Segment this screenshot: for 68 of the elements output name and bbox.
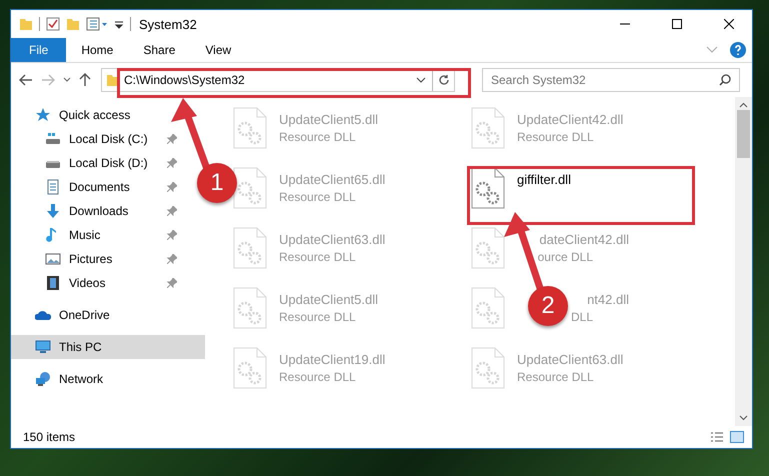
search-box[interactable]: Search System32 bbox=[482, 68, 740, 92]
file-type: Resource DLL bbox=[517, 130, 595, 144]
maximize-icon[interactable] bbox=[672, 19, 682, 29]
file-type: ource DLL bbox=[538, 250, 593, 264]
address-field[interactable]: C:\Windows\System32 bbox=[120, 73, 416, 87]
gear-file-icon bbox=[233, 167, 267, 209]
nav-item[interactable]: Network bbox=[11, 367, 161, 391]
nav-item[interactable]: This PC bbox=[11, 335, 205, 359]
nav-item[interactable]: Music bbox=[11, 223, 187, 247]
gear-file-icon bbox=[471, 227, 505, 269]
star-icon bbox=[35, 107, 51, 123]
scrollbar[interactable] bbox=[735, 97, 752, 426]
pc-icon bbox=[35, 339, 51, 355]
ribbon-tab[interactable]: File bbox=[11, 38, 66, 62]
refresh-icon[interactable] bbox=[438, 74, 450, 86]
nav-item[interactable]: Videos bbox=[11, 271, 187, 295]
downloads-icon bbox=[45, 203, 61, 219]
pictures-icon bbox=[45, 251, 61, 267]
file-type: Resource DLL bbox=[279, 370, 357, 384]
file-type: Resource DLL bbox=[279, 190, 357, 204]
gear-file-icon bbox=[233, 227, 267, 269]
gear-file-icon bbox=[233, 347, 267, 389]
videos-icon bbox=[45, 275, 61, 291]
properties-icon[interactable] bbox=[86, 17, 108, 31]
file-type: Resource DLL bbox=[517, 370, 595, 384]
drive-c-icon bbox=[45, 131, 61, 147]
scroll-up-icon[interactable] bbox=[739, 102, 748, 108]
gear-file-icon bbox=[233, 287, 267, 329]
file-type: Resource DLL bbox=[279, 310, 357, 324]
documents-icon bbox=[45, 179, 61, 195]
step-number-badge: 2 bbox=[528, 286, 568, 326]
file-type: Resource DLL bbox=[279, 250, 357, 264]
help-icon[interactable] bbox=[730, 42, 746, 58]
ribbon-tab[interactable]: Share bbox=[128, 38, 190, 62]
scroll-down-icon[interactable] bbox=[739, 415, 748, 421]
nav-item[interactable]: Pictures bbox=[11, 247, 187, 271]
gear-file-icon bbox=[471, 167, 505, 209]
scroll-thumb[interactable] bbox=[737, 110, 750, 158]
search-field[interactable]: Search System32 bbox=[483, 73, 719, 87]
nav-item[interactable]: OneDrive bbox=[11, 303, 161, 327]
nav-item[interactable]: Local Disk (D:) bbox=[11, 151, 187, 175]
search-icon bbox=[719, 74, 731, 86]
gear-file-icon bbox=[471, 287, 505, 329]
network-icon bbox=[35, 371, 51, 387]
window-title: System32 bbox=[139, 16, 197, 32]
file-type: Resource DLL bbox=[279, 130, 357, 144]
folder-icon bbox=[107, 74, 120, 86]
gear-file-icon bbox=[233, 107, 267, 149]
file-name[interactable]: giffilter.dll bbox=[517, 172, 571, 187]
gear-file-icon bbox=[471, 107, 505, 149]
details-view-icon[interactable] bbox=[710, 431, 724, 443]
dropdown-icon[interactable] bbox=[416, 77, 426, 83]
file-type: DLL bbox=[570, 310, 593, 324]
nav-item[interactable]: Local Disk (C:) bbox=[11, 127, 187, 151]
checkmark-icon[interactable] bbox=[46, 17, 60, 31]
tiles-view-icon[interactable] bbox=[730, 431, 744, 443]
ribbon-tab[interactable]: Home bbox=[66, 38, 128, 62]
back-button[interactable] bbox=[17, 72, 35, 88]
address-bar[interactable]: C:\Windows\System32 bbox=[101, 68, 455, 92]
nav-item[interactable]: Downloads bbox=[11, 199, 187, 223]
ribbon-tab[interactable]: View bbox=[190, 38, 246, 62]
nav-item[interactable]: Quick access bbox=[11, 103, 161, 127]
step-number-badge: 1 bbox=[197, 163, 237, 203]
up-button[interactable] bbox=[77, 71, 93, 89]
item-count: 150 items bbox=[23, 430, 76, 444]
nav-item[interactable]: Documents bbox=[11, 175, 187, 199]
gear-file-icon bbox=[471, 347, 505, 389]
close-icon[interactable] bbox=[724, 19, 734, 29]
